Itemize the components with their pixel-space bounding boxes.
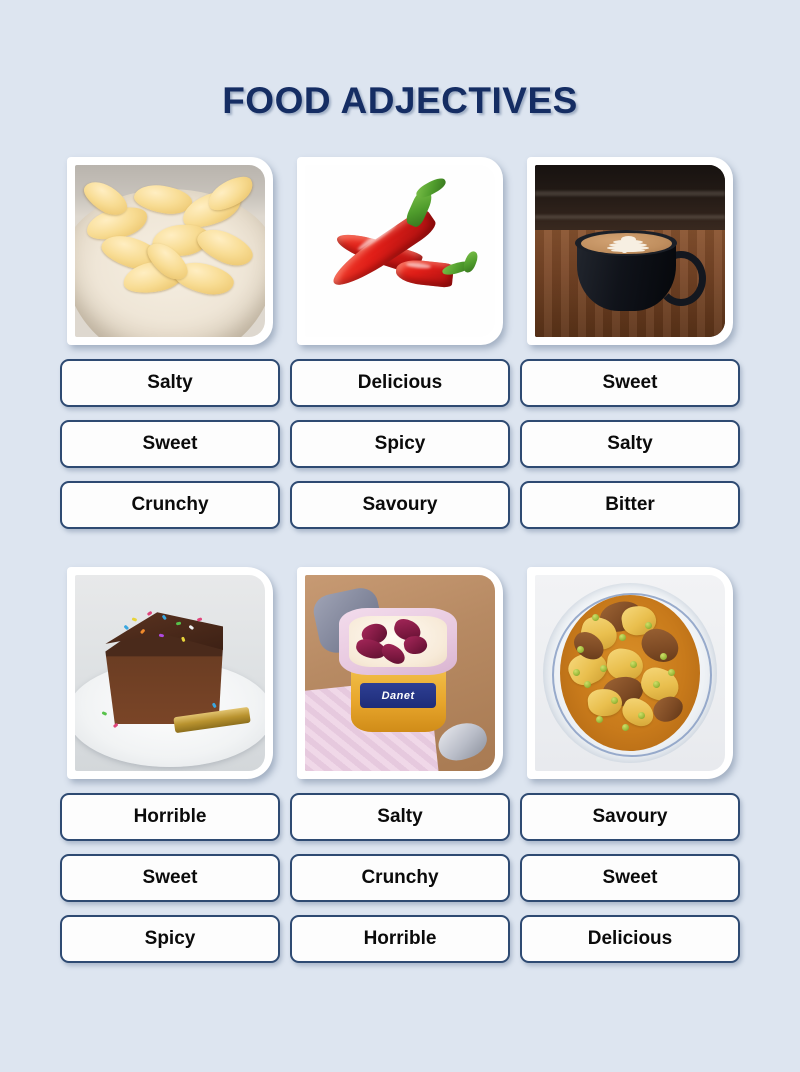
option-button[interactable]: Horrible [60, 793, 280, 841]
options-chips: Salty Sweet Crunchy [60, 359, 280, 529]
option-button[interactable]: Spicy [290, 420, 510, 468]
yogurt-brand-label: Danet [360, 682, 437, 709]
item-card-chili: Delicious Spicy Savoury [290, 157, 510, 529]
options-yogurt: Salty Crunchy Horrible [290, 793, 510, 963]
option-button[interactable]: Savoury [290, 481, 510, 529]
option-button[interactable]: Savoury [520, 793, 740, 841]
option-button[interactable]: Sweet [60, 854, 280, 902]
option-button[interactable]: Sweet [520, 854, 740, 902]
meat-and-potato-stew-image [535, 575, 725, 771]
item-card-stew: Savoury Sweet Delicious [520, 567, 740, 963]
option-button[interactable]: Delicious [520, 915, 740, 963]
option-button[interactable]: Salty [520, 420, 740, 468]
option-button[interactable]: Salty [290, 793, 510, 841]
grid-row-1: Salty Sweet Crunchy Delicious Spicy Savo… [60, 157, 740, 529]
option-button[interactable]: Delicious [290, 359, 510, 407]
item-card-chips: Salty Sweet Crunchy [60, 157, 280, 529]
photo-card-chili [297, 157, 503, 345]
option-button[interactable]: Sweet [60, 420, 280, 468]
page-title: FOOD ADJECTIVES [222, 80, 578, 121]
option-button[interactable]: Crunchy [290, 854, 510, 902]
chocolate-cake-slice-image [75, 575, 265, 771]
item-card-latte: Sweet Salty Bitter [520, 157, 740, 529]
options-latte: Sweet Salty Bitter [520, 359, 740, 529]
options-cake: Horrible Sweet Spicy [60, 793, 280, 963]
grid-row-2: Horrible Sweet Spicy Danet Salty Crunchy… [60, 567, 740, 963]
danet-yogurt-cup-image: Danet [305, 575, 495, 771]
food-adjectives-grid: Salty Sweet Crunchy Delicious Spicy Savo… [0, 157, 800, 963]
option-button[interactable]: Spicy [60, 915, 280, 963]
option-button[interactable]: Horrible [290, 915, 510, 963]
option-button[interactable]: Sweet [520, 359, 740, 407]
bowl-of-potato-chips-image [75, 165, 265, 337]
options-chili: Delicious Spicy Savoury [290, 359, 510, 529]
photo-card-chips [67, 157, 273, 345]
options-stew: Savoury Sweet Delicious [520, 793, 740, 963]
photo-card-stew [527, 567, 733, 779]
photo-card-yogurt: Danet [297, 567, 503, 779]
item-card-cake: Horrible Sweet Spicy [60, 567, 280, 963]
photo-card-cake [67, 567, 273, 779]
red-chili-peppers-image [305, 165, 495, 337]
item-card-yogurt: Danet Salty Crunchy Horrible [290, 567, 510, 963]
cup-of-latte-coffee-image [535, 165, 725, 337]
option-button[interactable]: Crunchy [60, 481, 280, 529]
option-button[interactable]: Salty [60, 359, 280, 407]
photo-card-latte [527, 157, 733, 345]
option-button[interactable]: Bitter [520, 481, 740, 529]
